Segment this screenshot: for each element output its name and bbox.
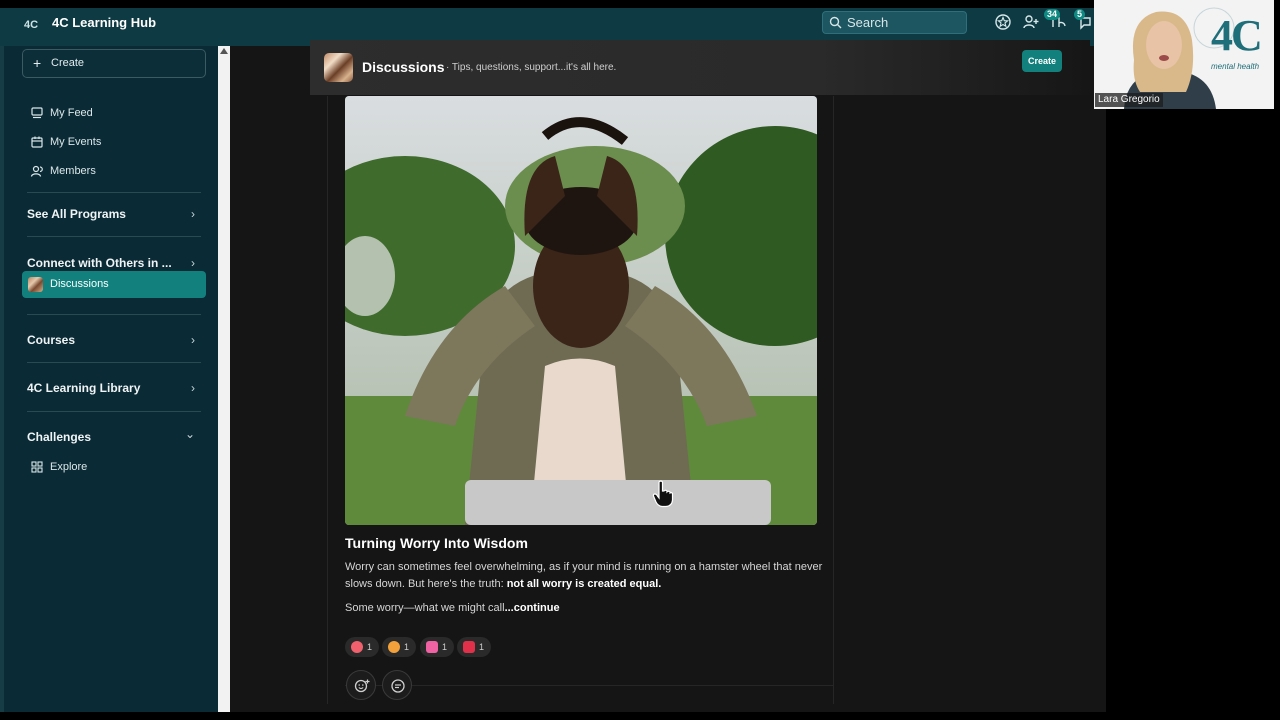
sidebar-item-my-events[interactable]: My Events [22,129,206,155]
reaction-smile[interactable]: 1 [345,637,380,657]
post-body: Worry can sometimes feel overwhelming, a… [345,559,825,593]
reaction-count: 1 [404,642,410,652]
sidebar-item-discussions[interactable]: Discussions [22,271,206,298]
participant-name: Lara Gregorio [1095,93,1163,107]
pink-heart-emoji-icon [426,641,438,653]
sidebar-item-members[interactable]: Members [22,158,206,184]
reaction-count: 1 [442,642,448,652]
scroll-up-arrow-icon[interactable] [220,48,228,54]
messages-badge: 5 [1074,9,1086,20]
star-badge-icon[interactable] [994,13,1012,31]
add-reaction-button[interactable] [346,670,376,700]
space-title[interactable]: Discussions [362,58,444,76]
activity-icon[interactable]: 34 [1044,9,1068,31]
hand-cursor-icon [652,480,674,508]
brand-tagline: mental health [1211,62,1260,71]
section-courses[interactable]: Courses › [27,330,195,350]
feed-icon [31,107,43,119]
section-see-all-programs[interactable]: See All Programs › [27,204,195,224]
sidebar-item-my-feed[interactable]: My Feed [22,100,206,126]
discussions-avatar [28,277,43,292]
create-post-button[interactable]: Create [1022,50,1062,72]
sidebar-scrollbar[interactable] [218,46,230,712]
post-preview: Some worry—what we might call...continue [345,600,560,617]
notifications-badge: 34 [1044,9,1061,20]
sidebar-divider [27,314,201,315]
search-label: Search [847,15,889,30]
chevron-right-icon: › [191,207,195,221]
grid-icon [31,461,43,473]
sidebar-item-label: Explore [50,461,88,473]
create-label: Create [51,57,85,69]
section-challenges[interactable]: Challenges ⌄ [27,427,195,447]
post-image[interactable] [345,96,817,525]
sidebar-edge [0,46,4,712]
section-connect-with-others[interactable]: Connect with Others in ... › [27,253,195,273]
plus-icon: + [33,55,42,71]
heart-eyes-emoji-icon [388,641,400,653]
sidebar-divider [27,362,201,363]
reaction-pink-heart[interactable]: 1 [420,637,455,657]
search-input[interactable]: Search [822,11,967,34]
sidebar-divider [27,411,201,412]
section-label: See All Programs [27,207,126,221]
post-divider [345,685,833,686]
sidebar-divider [27,192,201,193]
sidebar-item-label: Members [50,165,96,177]
post-title[interactable]: Turning Worry Into Wisdom [345,534,528,552]
section-label: Challenges [27,430,92,444]
chevron-right-icon: › [191,381,195,395]
members-icon [30,165,43,177]
sidebar-item-label: My Events [50,136,102,148]
calendar-icon [31,136,43,148]
post-more-text: Some worry—what we might call [345,602,505,614]
comment-icon [391,679,405,693]
reaction-heart-eyes[interactable]: 1 [382,637,417,657]
app-title[interactable]: 4C Learning Hub [52,15,156,31]
comment-button[interactable] [382,670,412,700]
app-logo[interactable]: 4C [22,16,40,34]
sidebar-divider [27,236,201,237]
space-subtitle: · Tips, questions, support...it's all he… [446,62,617,73]
space-avatar [324,53,353,82]
search-icon [829,16,842,29]
create-button[interactable]: + Create [22,49,206,78]
continue-link[interactable]: ...continue [505,602,560,614]
section-label: 4C Learning Library [27,381,141,395]
reaction-count: 1 [367,642,373,652]
post-body-bold: not all worry is created equal. [506,578,662,590]
brand-logo-text: 4C [1211,11,1263,60]
chevron-right-icon: › [191,333,195,347]
sidebar-item-explore[interactable]: Explore [22,454,206,480]
reaction-red-heart[interactable]: 1 [457,637,492,657]
red-heart-emoji-icon [463,641,475,653]
section-label: Courses [27,333,76,347]
smile-emoji-icon [351,641,363,653]
section-label: Connect with Others in ... [27,256,172,270]
reaction-count: 1 [479,642,485,652]
section-learning-library[interactable]: 4C Learning Library › [27,378,195,398]
sidebar-item-label: Discussions [50,278,109,290]
sidebar-item-label: My Feed [50,107,93,119]
chevron-right-icon: › [191,256,195,270]
add-member-icon[interactable] [1022,13,1040,31]
add-emoji-icon [354,679,370,693]
worried-man-photo [345,96,817,525]
chevron-down-icon: ⌄ [184,427,195,441]
